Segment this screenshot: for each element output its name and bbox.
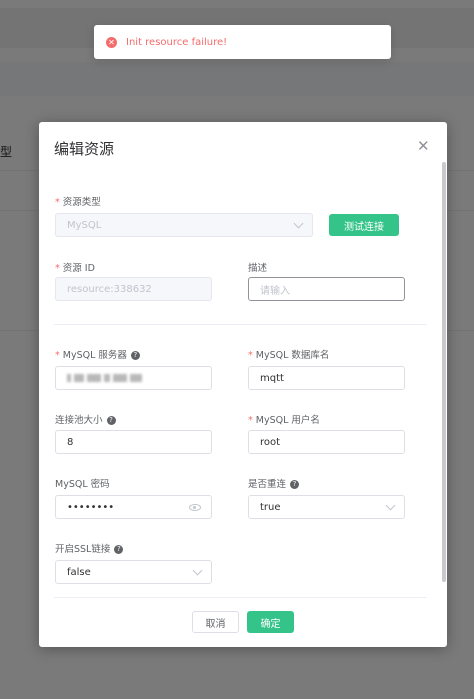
resource-type-label: * 资源类型 (55, 197, 101, 208)
dialog-scrollbar[interactable] (442, 162, 446, 582)
resource-id-input[interactable]: resource:338632 (55, 277, 212, 301)
edit-resource-dialog: 编辑资源 ✕ * 资源类型 MySQL 测试连接 * 资源 ID resource:… (39, 122, 447, 647)
pool-size-label: 连接池大小? (55, 412, 116, 426)
resource-id-label: * 资源 ID (55, 263, 95, 274)
ssl-label: 开启SSL链接? (55, 541, 124, 555)
chevron-down-icon (385, 500, 396, 510)
confirm-button[interactable]: 确定 (247, 611, 294, 633)
mysql-password-label: MySQL 密码 (55, 479, 110, 490)
toast-message: Init resource failure! (126, 36, 228, 48)
mysql-password-input[interactable]: •••••••• (55, 495, 212, 519)
auto-reconnect-label: 是否重连? (248, 476, 300, 490)
auto-reconnect-select[interactable]: true (248, 495, 405, 519)
description-input[interactable]: 请输入 (248, 277, 405, 301)
section-divider (54, 324, 427, 325)
help-icon[interactable]: ? (106, 416, 116, 425)
help-icon[interactable]: ? (114, 545, 124, 554)
test-connection-button[interactable]: 测试连接 (329, 214, 399, 236)
mysql-server-input[interactable] (55, 366, 212, 390)
chevron-down-icon (293, 218, 304, 228)
mysql-user-input[interactable]: root (248, 430, 405, 454)
eye-icon[interactable] (189, 503, 201, 511)
footer-divider (54, 597, 427, 598)
help-icon[interactable]: ? (130, 351, 140, 360)
dialog-title: 编辑资源 (54, 140, 115, 158)
mysql-database-label: * MySQL 数据库名 (248, 350, 330, 361)
error-toast: ✕ Init resource failure! (94, 25, 391, 59)
ssl-select[interactable]: false (55, 560, 212, 584)
cancel-button[interactable]: 取消 (192, 611, 239, 633)
mysql-server-label: * MySQL 服务器? (55, 347, 140, 361)
redacted-server-value (67, 374, 142, 382)
mysql-user-label: * MySQL 用户名 (248, 415, 320, 426)
help-icon[interactable]: ? (290, 480, 300, 489)
close-icon[interactable]: ✕ (417, 138, 430, 154)
resource-type-select[interactable]: MySQL (55, 213, 313, 237)
error-circle-icon: ✕ (106, 36, 117, 48)
chevron-down-icon (192, 565, 203, 575)
pool-size-input[interactable]: 8 (55, 430, 212, 454)
mysql-database-input[interactable]: mqtt (248, 366, 405, 390)
description-label: 描述 (248, 263, 268, 274)
